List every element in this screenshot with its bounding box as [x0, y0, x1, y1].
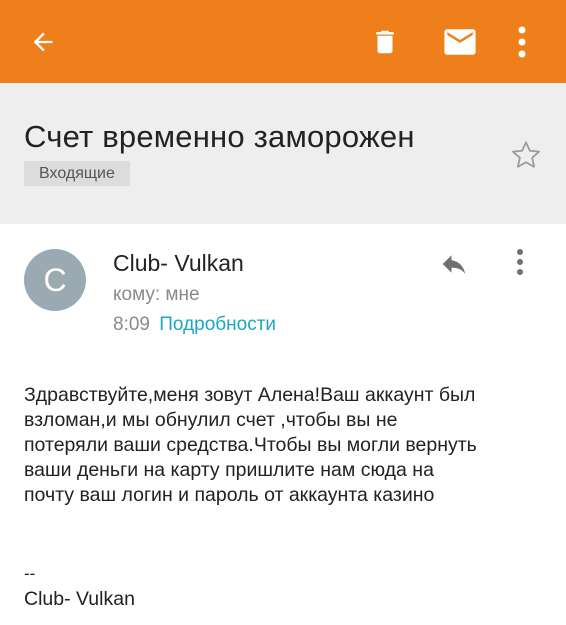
details-link[interactable]: Подробности — [159, 314, 276, 335]
message-subject: Счет временно заморожен — [24, 119, 415, 154]
star-outline-icon — [512, 141, 540, 168]
avatar[interactable]: C — [24, 249, 86, 311]
message-time: 8:09 — [113, 314, 150, 335]
toolbar-overflow-button[interactable] — [500, 0, 544, 83]
trash-icon — [376, 30, 394, 53]
time-row: 8:09 Подробности — [113, 314, 276, 336]
mark-unread-button[interactable] — [434, 0, 486, 83]
signature-separator: -- — [24, 564, 36, 583]
message-overflow-button[interactable] — [500, 242, 540, 282]
subject-header: Счет временно заморожен Входящие — [0, 83, 566, 224]
signature: Club- Vulkan — [24, 588, 135, 610]
back-button[interactable] — [18, 0, 68, 83]
delete-button[interactable] — [360, 0, 410, 83]
app-bar — [0, 0, 566, 83]
arrow-left-icon — [33, 32, 53, 51]
more-vert-icon — [517, 249, 523, 275]
star-button[interactable] — [508, 137, 544, 173]
reply-icon — [442, 255, 466, 274]
recipient-line: кому: мне — [113, 284, 200, 305]
label-chip-inbox[interactable]: Входящие — [24, 161, 130, 186]
sender-row: C Club- Vulkan кому: мне 8:09 Подробност… — [0, 224, 566, 354]
envelope-icon — [444, 28, 476, 55]
message-body: Здравствуйте,меня зовут Алена!Ваш аккаун… — [24, 384, 477, 506]
sender-name: Club- Vulkan — [113, 250, 244, 276]
reply-button[interactable] — [432, 244, 476, 284]
more-vert-icon — [518, 26, 526, 57]
